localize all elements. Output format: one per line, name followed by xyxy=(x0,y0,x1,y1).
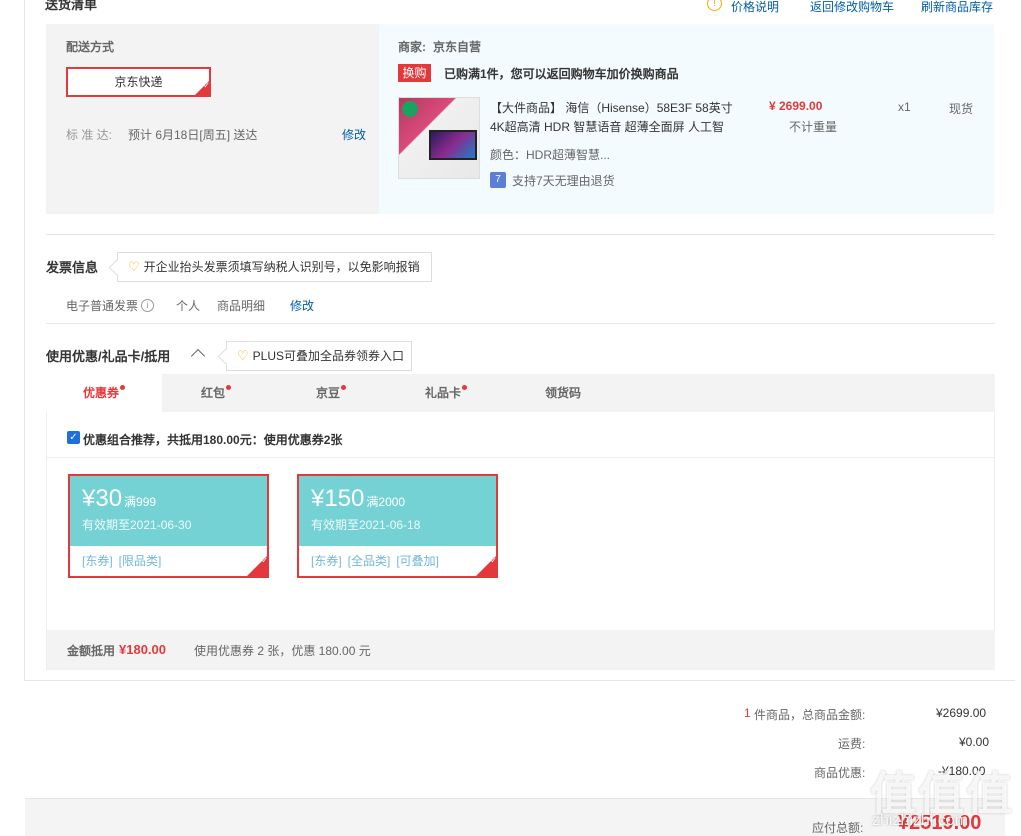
standard-delivery-label: 标 准 达: xyxy=(66,128,113,142)
new-dot-icon xyxy=(226,385,231,390)
product-price: ¥ 2699.00 xyxy=(769,99,823,113)
coupon-condition: 满2000 xyxy=(366,495,406,509)
tab-label: 红包 xyxy=(200,386,225,400)
discount-title[interactable]: 使用优惠/礼品卡/抵用 xyxy=(46,346,170,365)
coupon-footer-amount: ¥180.00 xyxy=(119,642,166,657)
lightbulb-icon: ♡ xyxy=(237,348,249,363)
price-note-link[interactable]: 价格说明 xyxy=(731,0,779,15)
invoice-tip-text: 开企业抬头发票须填写纳税人识别号，以免影响报销 xyxy=(143,260,420,274)
coupon-tag: [限品类] xyxy=(118,554,162,568)
coupon-tag: [东券] xyxy=(311,554,342,568)
product-title-line1[interactable]: 【大件商品】 海信（Hisense）58E3F 58英寸 xyxy=(490,99,733,116)
coupon-footer-desc: 使用优惠券 2 张，优惠 180.00 元 xyxy=(194,644,371,658)
coupon-expiry: 有效期至2021-06-30 xyxy=(82,518,192,532)
brand-badge-icon xyxy=(402,101,418,117)
plus-tip[interactable]: ♡ PLUS可叠加全品券领券入口 xyxy=(226,341,412,371)
back-to-cart-link[interactable]: 返回修改购物车 xyxy=(810,0,894,15)
coupon-footer-label: 金额抵用 xyxy=(67,644,116,658)
new-dot-icon xyxy=(341,385,346,390)
summary-count-label: 件商品，总商品金额: xyxy=(754,708,866,722)
coupon-tag: [全品类] xyxy=(347,554,391,568)
coupon-top: ¥30 满999 有效期至2021-06-30 xyxy=(70,476,267,546)
exchange-promo-text: 已购满1件，您可以返回购物车加价换购商品 xyxy=(444,67,679,81)
invoice-tip: ♡ 开企业抬头发票须填写纳税人识别号，以免影响报销 xyxy=(117,252,432,282)
merchant-label: 商家: xyxy=(398,40,426,54)
tab-gift-card[interactable]: 礼品卡 xyxy=(416,374,476,412)
page-edge xyxy=(1015,0,1021,836)
product-stock: 现货 xyxy=(949,102,974,116)
standard-delivery-value: 预计 6月18日[周五] 送达 xyxy=(128,128,258,142)
coupon-top: ¥150 满2000 有效期至2021-06-18 xyxy=(299,476,496,546)
coupon-card[interactable]: ¥150 满2000 有效期至2021-06-18 [东券] [全品类] [可叠加] xyxy=(297,474,498,578)
invoice-type: 电子普通发票 xyxy=(66,299,139,313)
product-weight: 不计重量 xyxy=(789,120,838,134)
tab-label: 领货码 xyxy=(544,386,581,400)
selected-check-icon xyxy=(247,556,267,576)
product-qty: x1 xyxy=(898,100,911,114)
coupon-card[interactable]: ¥30 满999 有效期至2021-06-30 [东券] [限品类] xyxy=(68,474,269,578)
divider xyxy=(46,323,995,324)
tab-red-packet[interactable]: 红包 xyxy=(186,374,246,412)
delivery-label: 配送方式 xyxy=(66,40,115,54)
tab-jd-beans[interactable]: 京豆 xyxy=(301,374,361,412)
lightbulb-icon: ♡ xyxy=(128,259,140,274)
tab-label: 优惠券 xyxy=(82,386,119,400)
coupon-expiry: 有效期至2021-06-18 xyxy=(311,518,421,532)
tab-redeem-code[interactable]: 领货码 xyxy=(533,374,593,412)
site-watermark-url: zhizhizhi.com xyxy=(872,812,969,829)
divider xyxy=(47,457,995,458)
coupon-tag: [可叠加] xyxy=(396,554,440,568)
return-policy-icon: 7 xyxy=(490,172,506,188)
section-title: 送货清单 xyxy=(45,0,98,12)
return-policy-text: 支持7天无理由退货 xyxy=(512,174,615,188)
tab-label: 礼品卡 xyxy=(424,386,461,400)
coupon-condition: 满999 xyxy=(124,495,157,509)
summary-shipping-label: 运费: xyxy=(838,737,866,751)
delivery-modify-link[interactable]: 修改 xyxy=(342,126,366,143)
invoice-owner: 个人 xyxy=(176,299,201,313)
divider xyxy=(46,234,995,235)
tab-coupon[interactable]: 优惠券 xyxy=(46,374,162,412)
new-dot-icon xyxy=(462,385,467,390)
info-icon[interactable]: i xyxy=(141,299,154,312)
plus-tip-text: PLUS可叠加全品券领券入口 xyxy=(252,349,405,363)
express-option-button[interactable]: 京东快递 xyxy=(66,67,211,97)
coupon-footer xyxy=(47,630,995,670)
combo-checkbox[interactable]: ✓ xyxy=(67,431,80,444)
payable-label: 应付总额: xyxy=(812,821,864,835)
product-image[interactable] xyxy=(398,97,480,179)
summary-shipping: ¥0.00 xyxy=(959,735,990,749)
summary-discount-label: 商品优惠: xyxy=(814,766,866,780)
new-dot-icon xyxy=(120,385,125,390)
product-title-line2[interactable]: 4K超高清 HDR 智慧语音 超薄全面屏 人工智 xyxy=(490,118,724,135)
coupon-tags: [东券] [限品类] xyxy=(70,546,267,569)
tv-thumbnail-icon xyxy=(429,130,477,160)
invoice-modify-link[interactable]: 修改 xyxy=(290,297,314,314)
coupon-amount: ¥30 xyxy=(82,485,123,512)
exchange-tag: 换购 xyxy=(398,64,431,82)
combo-text: 优惠组合推荐，共抵用180.00元：使用优惠券2张 xyxy=(83,433,343,447)
coupon-tags: [东券] [全品类] [可叠加] xyxy=(299,546,496,569)
discount-tabs: 优惠券 红包 京豆 礼品卡 领货码 xyxy=(46,374,995,412)
merchant-name: 京东自营 xyxy=(433,40,482,54)
product-color: 颜色：HDR超薄智慧... xyxy=(490,148,611,162)
coupon-amount: ¥150 xyxy=(311,485,365,512)
invoice-content: 商品明细 xyxy=(217,299,266,313)
express-option-label: 京东快递 xyxy=(114,75,163,89)
tab-label: 京豆 xyxy=(315,386,340,400)
summary-total-goods: ¥2699.00 xyxy=(936,706,987,720)
summary-count: 1 xyxy=(744,706,751,720)
selected-check-icon xyxy=(195,81,209,95)
refresh-stock-link[interactable]: 刷新商品库存 xyxy=(921,0,993,15)
selected-check-icon xyxy=(476,556,496,576)
invoice-title: 发票信息 xyxy=(46,260,99,275)
coupon-tag: [东券] xyxy=(82,554,113,568)
